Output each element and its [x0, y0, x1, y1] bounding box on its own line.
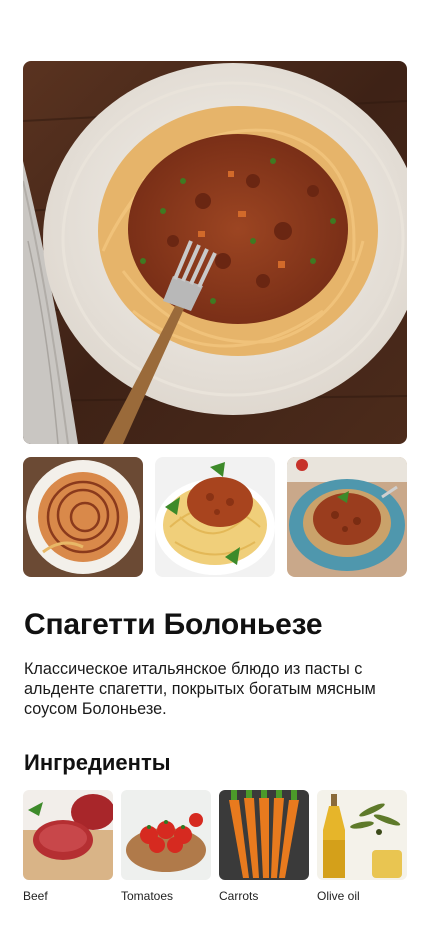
ingredient-card-tomatoes[interactable]: Tomatoes: [121, 790, 211, 903]
carrots-image: [219, 790, 309, 880]
ingredient-card-carrots[interactable]: Carrots: [219, 790, 309, 903]
ingredient-label-olive-oil: Olive oil: [317, 889, 360, 903]
thumbnail-spaghetti-blue-plate[interactable]: [287, 457, 407, 577]
thumbnail-spaghetti-white-plate[interactable]: [155, 457, 275, 577]
ingredient-label-beef: Beef: [23, 889, 48, 903]
thumbnail-spaghetti-bowl[interactable]: [23, 457, 143, 577]
ingredient-label-tomatoes: Tomatoes: [121, 889, 174, 903]
ingredient-label-carrots: Carrots: [219, 889, 259, 903]
recipe-title: Спагетти Болоньезе: [24, 608, 323, 641]
hero-image[interactable]: [23, 61, 407, 444]
ingredient-card-olive-oil[interactable]: Olive oil: [317, 790, 407, 903]
recipe-description: Классическое итальянское блюдо из пасты …: [24, 660, 376, 718]
ingredient-card-beef[interactable]: Beef: [23, 790, 113, 903]
ingredients-heading: Ингредиенты: [24, 750, 171, 775]
beef-image: [23, 790, 113, 880]
gallery-thumbnails: [23, 457, 407, 577]
tomatoes-image: [121, 790, 211, 880]
olive-oil-image: [317, 790, 407, 880]
